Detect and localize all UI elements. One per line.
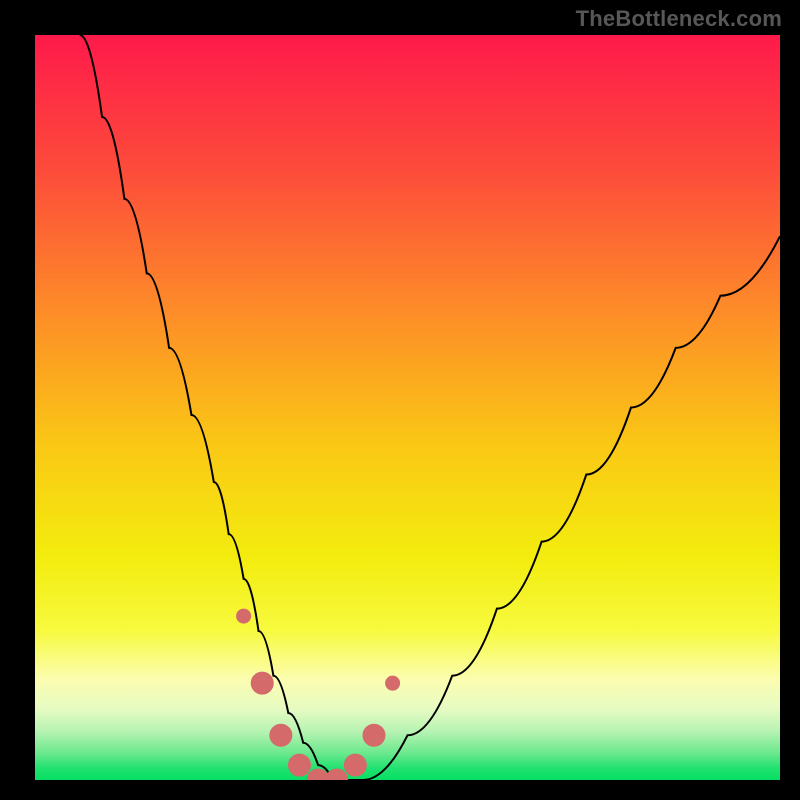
- curve-marker: [386, 676, 400, 690]
- curve-marker: [251, 672, 273, 694]
- curve-marker: [270, 724, 292, 746]
- curve-marker: [288, 754, 310, 776]
- bottleneck-curve: [80, 35, 780, 780]
- curve-layer: [35, 35, 780, 780]
- curve-marker: [344, 754, 366, 776]
- curve-marker: [363, 724, 385, 746]
- plot-area: [35, 35, 780, 780]
- marker-group: [237, 609, 400, 780]
- watermark-text: TheBottleneck.com: [576, 6, 782, 32]
- curve-marker: [237, 609, 251, 623]
- curve-marker: [326, 769, 348, 780]
- chart-frame: TheBottleneck.com: [0, 0, 800, 800]
